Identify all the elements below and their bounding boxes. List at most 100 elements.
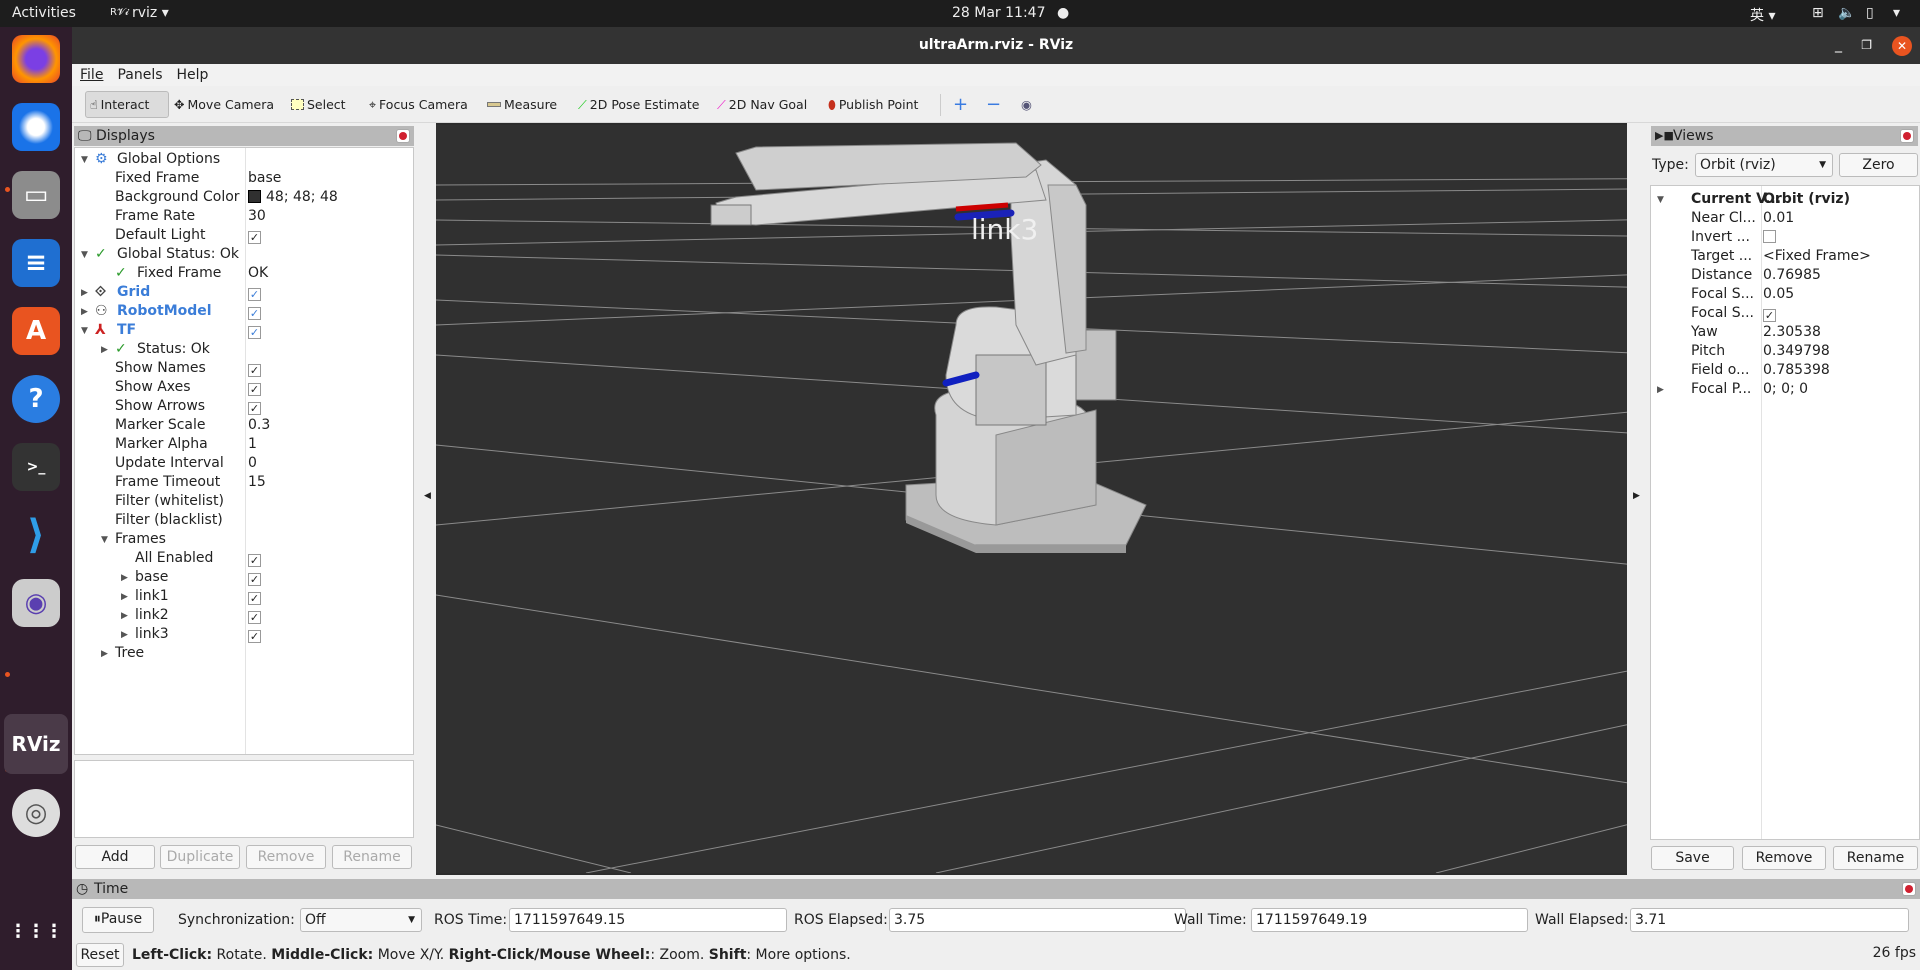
displays-tree[interactable]: ▼ ⚙ Global Options Fixed Frame base Backgroun… <box>74 147 414 755</box>
row-value[interactable]: ✓ <box>248 568 261 587</box>
disc-icon[interactable]: ◎ <box>12 789 60 837</box>
tree-row[interactable]: Filter (whitelist) <box>75 492 413 511</box>
expand-open-arrow-icon[interactable]: ▼ <box>101 531 108 550</box>
tree-row[interactable]: Frame Timeout 15 <box>75 473 413 492</box>
sync-select[interactable]: Off ▼ <box>300 908 422 932</box>
tree-row[interactable]: Marker Scale 0.3 <box>75 416 413 435</box>
row-value[interactable]: ✓ <box>248 378 261 397</box>
tree-row[interactable]: Marker Alpha 1 <box>75 435 413 454</box>
expand-closed-arrow-icon[interactable]: ▶ <box>1657 381 1664 400</box>
tree-row[interactable]: Show Axes ✓ <box>75 378 413 397</box>
remove-tool-minus-icon[interactable]: − <box>982 91 1005 118</box>
tree-row[interactable]: ▼ Frames <box>75 530 413 549</box>
expand-open-arrow-icon[interactable]: ▼ <box>81 246 88 265</box>
save-view-button[interactable]: Save <box>1651 846 1734 870</box>
app-menu[interactable]: rviz ▾ <box>132 5 169 21</box>
tree-row[interactable]: ▶ link3 ✓ <box>75 625 413 644</box>
checkbox[interactable]: ✓ <box>248 364 261 377</box>
checkbox[interactable]: ✓ <box>248 630 261 643</box>
checkbox[interactable]: ✓ <box>248 554 261 567</box>
row-value[interactable]: ✓ <box>248 226 261 245</box>
checkbox[interactable]: ✓ <box>248 326 261 339</box>
row-value[interactable] <box>1763 228 1776 247</box>
tree-row[interactable]: Target ... <Fixed Frame> <box>1651 247 1919 266</box>
tree-row[interactable]: Frame Rate 30 <box>75 207 413 226</box>
expand-closed-arrow-icon[interactable]: ▶ <box>121 607 128 626</box>
row-value[interactable]: ✓ <box>248 606 261 625</box>
writer-icon[interactable]: ≡ <box>12 239 60 287</box>
tree-row[interactable]: Fixed Frame base <box>75 169 413 188</box>
select-tool[interactable]: Select <box>287 91 350 118</box>
checkbox[interactable]: ✓ <box>248 611 261 624</box>
tree-row[interactable]: Yaw 2.30538 <box>1651 323 1919 342</box>
view-type-select[interactable]: Orbit (rviz) ▼ <box>1695 153 1833 177</box>
close-panel-icon[interactable] <box>396 129 410 143</box>
scene-svg[interactable]: link3 <box>436 125 1627 873</box>
pose-estimate-tool[interactable]: ⟋ 2D Pose Estimate <box>574 91 703 118</box>
checkbox[interactable]: ✓ <box>248 383 261 396</box>
rename-display-button[interactable]: Rename <box>332 845 412 869</box>
tree-row[interactable]: Show Arrows ✓ <box>75 397 413 416</box>
row-value[interactable]: ✓ <box>248 359 261 378</box>
volume-icon[interactable]: 🔈 <box>1838 5 1855 21</box>
3d-render-view[interactable]: link3 <box>436 125 1627 873</box>
thunderbird-icon[interactable] <box>12 103 60 151</box>
tree-row[interactable]: Pitch 0.349798 <box>1651 342 1919 361</box>
tree-row[interactable]: ▼ ✓ Global Status: Ok <box>75 245 413 264</box>
tree-row[interactable]: ✓ Fixed Frame OK <box>75 264 413 283</box>
ros-time-field[interactable]: 1711597649.15 <box>509 908 787 932</box>
measure-tool[interactable]: Measure <box>483 91 561 118</box>
collapse-right-arrow-icon[interactable]: ▶ <box>1633 491 1640 501</box>
ros-elapsed-field[interactable]: 3.75 <box>889 908 1186 932</box>
tree-row[interactable]: ▶ ⟐ Grid ✓ <box>75 283 413 302</box>
reset-button[interactable]: Reset <box>76 943 124 967</box>
firefox-icon[interactable] <box>12 35 60 83</box>
row-value[interactable]: ✓ <box>248 587 261 606</box>
rename-view-button[interactable]: Rename <box>1833 846 1918 870</box>
tree-row[interactable]: Focal S... 0.05 <box>1651 285 1919 304</box>
row-value[interactable]: ✓ <box>248 321 261 340</box>
row-value[interactable]: ✓ <box>1763 304 1776 323</box>
move-camera-tool[interactable]: ✥ Move Camera <box>170 91 278 118</box>
help-icon[interactable]: ? <box>12 375 60 423</box>
tree-row[interactable]: All Enabled ✓ <box>75 549 413 568</box>
row-value[interactable]: ✓ <box>248 625 261 644</box>
checkbox[interactable]: ✓ <box>248 307 261 320</box>
tree-row[interactable]: Show Names ✓ <box>75 359 413 378</box>
menu-help[interactable]: Help <box>169 64 215 83</box>
software-icon[interactable]: A <box>12 307 60 355</box>
tree-row[interactable]: ▶ link2 ✓ <box>75 606 413 625</box>
expand-closed-arrow-icon[interactable]: ▶ <box>81 303 88 322</box>
expand-closed-arrow-icon[interactable]: ▶ <box>121 626 128 645</box>
pause-button[interactable]: ⏸Pause <box>82 907 154 933</box>
nav-goal-tool[interactable]: ⟋ 2D Nav Goal <box>713 91 811 118</box>
expand-closed-arrow-icon[interactable]: ▶ <box>81 284 88 303</box>
tree-row[interactable]: Focal S... ✓ <box>1651 304 1919 323</box>
tree-row[interactable]: ▼ Current V... Orbit (rviz) <box>1651 190 1919 209</box>
rviz-dock-icon[interactable]: RViz <box>12 720 60 768</box>
tree-row[interactable]: Update Interval 0 <box>75 454 413 473</box>
files-icon[interactable]: ▭ <box>12 171 60 219</box>
checkbox[interactable]: ✓ <box>248 573 261 586</box>
tree-row[interactable]: ▶ Tree <box>75 644 413 663</box>
tree-row[interactable]: Near Cl... 0.01 <box>1651 209 1919 228</box>
right-splitter[interactable]: ▶ <box>1627 123 1649 875</box>
menu-panels[interactable]: Panels <box>109 64 168 83</box>
remove-view-button[interactable]: Remove <box>1742 846 1826 870</box>
row-value[interactable]: ✓ <box>248 283 261 302</box>
vscode-icon[interactable]: ⟩ <box>12 511 60 559</box>
tree-row[interactable]: ▶ Focal P... 0; 0; 0 <box>1651 380 1919 399</box>
interact-tool[interactable]: ☝ Interact <box>85 91 169 118</box>
expand-closed-arrow-icon[interactable]: ▶ <box>101 341 108 360</box>
expand-closed-arrow-icon[interactable]: ▶ <box>121 569 128 588</box>
battery-icon[interactable]: ▯ <box>1866 5 1874 21</box>
network-icon[interactable]: ⊞ <box>1812 5 1824 21</box>
remove-display-button[interactable]: Remove <box>246 845 326 869</box>
left-splitter[interactable]: ◀ <box>416 123 436 875</box>
close-panel-icon[interactable] <box>1902 882 1916 896</box>
checkbox[interactable] <box>1763 230 1776 243</box>
view-properties-tree[interactable]: ▼ Current V... Orbit (rviz) Near Cl... 0.01 I… <box>1650 185 1920 840</box>
checkbox[interactable]: ✓ <box>248 402 261 415</box>
terminal-icon[interactable]: >_ <box>12 443 60 491</box>
wall-time-field[interactable]: 1711597649.19 <box>1251 908 1528 932</box>
